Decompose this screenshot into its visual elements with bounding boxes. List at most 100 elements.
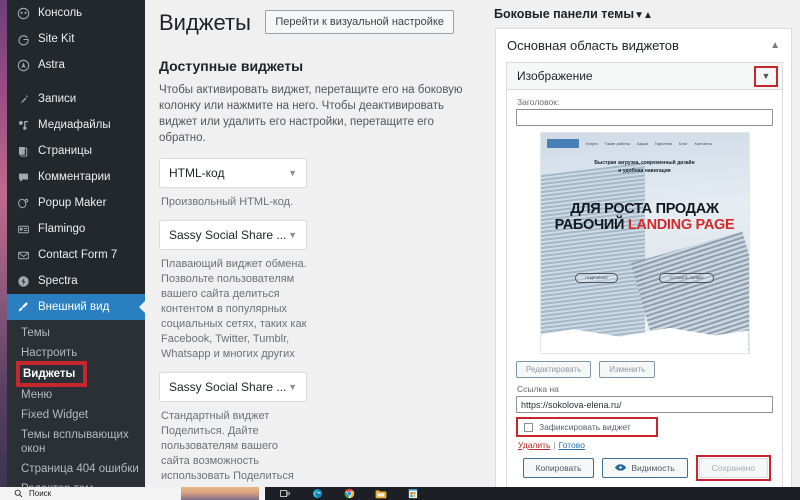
preview-nav-item: Услуги [585, 141, 598, 146]
fix-widget-checkbox[interactable] [524, 422, 533, 432]
sidebar-item-appearance[interactable]: Внешний вид [7, 294, 145, 320]
delete-link[interactable]: Удалить [518, 440, 550, 450]
sidebar-subitem-themes[interactable]: Темы [7, 323, 145, 343]
google-g-icon [16, 32, 31, 47]
main-widget-area-title: Основная область виджетов [507, 38, 679, 53]
theme-sidebars-heading: Боковые панели темы▼▲ [494, 7, 794, 21]
preview-nav-item: Блог [679, 141, 688, 146]
preview-nav: Услуги Такие работы Акции Гарантии Блог … [546, 138, 743, 149]
sidebar-item-astra[interactable]: Astra [7, 52, 145, 78]
chevron-down-icon[interactable]: ▼ [288, 230, 297, 240]
sidebar-item-contact-form-7[interactable]: Contact Form 7 [7, 242, 145, 268]
chevron-up-icon[interactable]: ▲ [770, 40, 780, 51]
dashboard-icon [16, 6, 31, 21]
widget-card-description: Произвольный HTML-код. [161, 196, 294, 208]
available-widgets-grid: HTML-код ▼ Произвольный HTML-код. Sassy … [159, 158, 469, 487]
copy-button-label: Копировать [535, 463, 582, 473]
link-input[interactable]: https://sokolova-elena.ru/ [516, 396, 773, 413]
sidebar-item-flamingo[interactable]: Flamingo [7, 216, 145, 242]
sidebar-subitem-fixed-widget[interactable]: Fixed Widget [7, 405, 145, 425]
sidebar-item-label: Страницы [38, 145, 92, 157]
image-preview-wrapper: Услуги Такие работы Акции Гарантии Блог … [516, 126, 773, 358]
visibility-button-label: Видимость [631, 463, 675, 473]
sidebar-item-popup-maker[interactable]: Popup Maker [7, 190, 145, 216]
preview-headline-line1: ДЛЯ РОСТА ПРОДАЖ [570, 201, 719, 217]
sidebar-subitem-theme-editor[interactable]: Редактор тем [7, 479, 145, 487]
file-explorer-icon[interactable] [375, 488, 387, 500]
preview-nav-item: Контакты [694, 141, 712, 146]
main-widget-area-header[interactable]: Основная область виджетов ▲ [496, 29, 791, 62]
sidebar-item-spectra[interactable]: Spectra [7, 268, 145, 294]
preview-nav-item: Гарантии [655, 141, 673, 146]
visibility-button[interactable]: Видимость [602, 458, 688, 478]
title-input[interactable] [516, 109, 773, 126]
widget-footer-links: Удалить | Готово [518, 440, 773, 450]
sidebar-item-label: Записи [38, 93, 77, 105]
copy-button[interactable]: Копировать [522, 458, 595, 478]
sidebar-item-comments[interactable]: Комментарии [7, 164, 145, 190]
spectra-icon [16, 274, 31, 289]
sidebar-item-pages[interactable]: Страницы [7, 138, 145, 164]
save-button[interactable]: Сохранено [698, 458, 768, 478]
taskbar-icons [265, 488, 419, 500]
sort-arrows-icon[interactable]: ▼▲ [634, 10, 653, 21]
pin-icon [16, 92, 31, 107]
sidebar-item-label: Консоль [38, 7, 83, 19]
taskbar-search-label: Поиск [29, 489, 52, 498]
preview-nav-item: Такие работы [604, 141, 630, 146]
go-to-live-customizer-button[interactable]: Перейти к визуальной настройке [265, 10, 454, 34]
taskbar-search[interactable]: Поиск [0, 487, 265, 500]
microsoft-store-icon[interactable] [407, 488, 419, 500]
search-icon [14, 485, 23, 500]
chevron-down-icon[interactable]: ▼ [288, 382, 297, 392]
widget-card-description: Стандартный виджет Поделиться. Дайте пол… [161, 410, 301, 487]
image-widget-header[interactable]: Изображение ▼ [507, 63, 782, 90]
image-widget-body: Заголовок: Услуги Такие работы Акции Гар… [506, 90, 783, 487]
fix-widget-checkbox-row[interactable]: Зафиксировать виджет [516, 417, 658, 437]
edge-icon[interactable] [311, 488, 323, 500]
image-action-buttons: Редактировать Изменить [516, 358, 773, 384]
popup-maker-icon [16, 196, 31, 211]
sidebar-item-posts[interactable]: Записи [7, 86, 145, 112]
flamingo-icon [16, 222, 31, 237]
chevron-down-icon[interactable]: ▼ [754, 65, 778, 87]
sidebar-subitem-widgets[interactable]: Виджеты [15, 361, 88, 387]
desktop-wallpaper-edge [0, 0, 7, 487]
edit-image-button[interactable]: Редактировать [516, 361, 592, 378]
chrome-icon[interactable] [343, 488, 355, 500]
task-view-icon[interactable] [279, 488, 291, 500]
widget-card-sassy-floating[interactable]: Sassy Social Share ... ▼ [159, 220, 307, 250]
preview-building-left [540, 162, 645, 353]
sidebar-item-media[interactable]: Медиафайлы [7, 112, 145, 138]
widget-card-html[interactable]: HTML-код ▼ [159, 158, 307, 188]
preview-subtitle-line2: и удобная навигация [618, 168, 671, 174]
sidebar-item-label: Комментарии [38, 171, 111, 183]
widget-card-title: HTML-код [169, 166, 225, 180]
title-field-label: Заголовок: [517, 97, 560, 107]
pages-icon [16, 144, 31, 159]
preview-cta-row: ПОДРОБНЕЕ ОСТАВИТЬ ЗАЯВКУ [541, 273, 749, 283]
theme-sidebars-label: Боковые панели темы [494, 7, 635, 21]
replace-image-button[interactable]: Изменить [599, 361, 656, 378]
sidebar-subitem-menus[interactable]: Меню [7, 385, 145, 405]
done-link[interactable]: Готово [559, 440, 585, 450]
image-preview[interactable]: Услуги Такие работы Акции Гарантии Блог … [539, 132, 750, 354]
widget-card-sassy-standard[interactable]: Sassy Social Share ... ▼ [159, 372, 307, 402]
sidebar-item-label: Popup Maker [38, 197, 107, 209]
appearance-brush-icon [16, 300, 31, 315]
preview-headline-accent: LANDING PAGE [627, 217, 735, 233]
sidebar-item-label: Spectra [38, 275, 78, 287]
sidebar-subitem-popup-themes[interactable]: Темы всплывающих окон [7, 425, 145, 459]
eye-icon [615, 463, 627, 473]
chevron-down-icon[interactable]: ▼ [288, 168, 297, 178]
sidebar-item-label: Внешний вид [38, 301, 110, 313]
sidebar-item-dashboard[interactable]: Консоль [7, 0, 145, 26]
sidebar-item-site-kit[interactable]: Site Kit [7, 26, 145, 52]
sidebar-subitem-customize[interactable]: Настроить [7, 343, 145, 363]
image-widget-card: Изображение ▼ [506, 62, 783, 90]
weather-widget[interactable] [181, 487, 259, 500]
widget-bottom-buttons: Копировать Видимость Сохранено [516, 450, 773, 481]
theme-sidebars-panel: Боковые панели темы▼▲ Основная область в… [483, 0, 800, 487]
sidebar-subitem-404-page[interactable]: Страница 404 ошибки [7, 459, 145, 479]
preview-headline-line2: РАБОЧИЙ LANDING PAGE [541, 217, 749, 233]
